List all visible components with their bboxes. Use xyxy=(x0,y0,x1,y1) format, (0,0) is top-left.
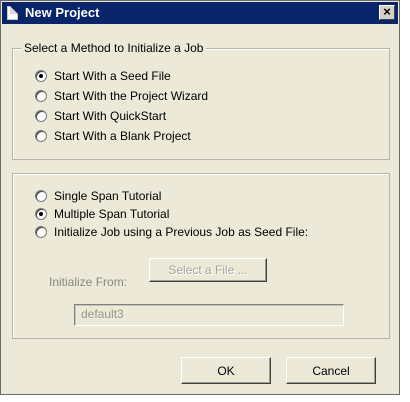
radio-multiple-span[interactable] xyxy=(35,208,47,220)
radio-quickstart[interactable] xyxy=(35,110,47,122)
radio-project-wizard[interactable] xyxy=(35,90,47,102)
option-multiple-span[interactable]: Multiple Span Tutorial xyxy=(35,206,169,222)
cancel-button[interactable]: Cancel xyxy=(286,357,376,384)
radio-single-span[interactable] xyxy=(35,190,47,202)
radio-seed-file[interactable] xyxy=(35,70,47,82)
seed-options-group: Single Span Tutorial Multiple Span Tutor… xyxy=(12,173,390,339)
ok-button[interactable]: OK xyxy=(181,357,271,384)
option-quickstart[interactable]: Start With QuickStart xyxy=(35,108,166,124)
option-project-wizard-label: Start With the Project Wizard xyxy=(54,89,209,103)
option-single-span[interactable]: Single Span Tutorial xyxy=(35,188,161,204)
option-seed-file[interactable]: Start With a Seed File xyxy=(35,68,171,84)
select-file-button[interactable]: Select a File ... xyxy=(149,258,267,282)
option-seed-file-label: Start With a Seed File xyxy=(54,69,171,83)
document-icon xyxy=(7,6,18,20)
option-single-span-label: Single Span Tutorial xyxy=(54,189,162,203)
option-blank-project[interactable]: Start With a Blank Project xyxy=(35,128,191,144)
option-multiple-span-label: Multiple Span Tutorial xyxy=(54,207,170,221)
radio-previous-job[interactable] xyxy=(35,226,47,238)
method-group-legend: Select a Method to Initialize a Job xyxy=(21,41,207,55)
radio-blank-project[interactable] xyxy=(35,130,47,142)
new-project-dialog: New Project × Select a Method to Initial… xyxy=(0,0,400,395)
close-button[interactable]: × xyxy=(379,5,395,20)
title-bar: New Project × xyxy=(2,2,398,24)
option-previous-job[interactable]: Initialize Job using a Previous Job as S… xyxy=(35,224,308,240)
initialize-from-label: Initialize From: xyxy=(49,275,128,289)
option-quickstart-label: Start With QuickStart xyxy=(54,109,167,123)
option-project-wizard[interactable]: Start With the Project Wizard xyxy=(35,88,208,104)
file-path-field[interactable]: default3 xyxy=(74,304,344,326)
option-blank-project-label: Start With a Blank Project xyxy=(54,129,191,143)
option-previous-job-label: Initialize Job using a Previous Job as S… xyxy=(54,225,309,239)
window-title: New Project xyxy=(25,5,100,20)
method-group: Select a Method to Initialize a Job Star… xyxy=(12,41,390,160)
